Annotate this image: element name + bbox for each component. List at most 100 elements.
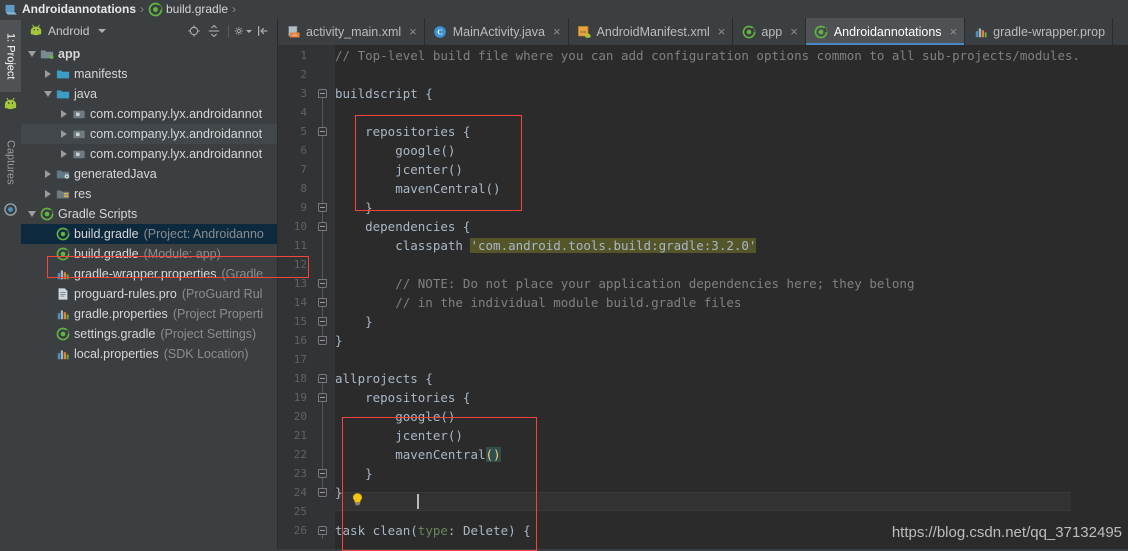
line-number: 7 (300, 163, 307, 176)
code-line-10: dependencies { (335, 217, 470, 236)
close-icon[interactable]: × (409, 25, 417, 38)
project-tree[interactable]: app manifests java com.company.lyx.androida… (21, 44, 277, 549)
gradle-file-icon (39, 207, 54, 222)
breadcrumb-item-1[interactable]: build.gradle (148, 0, 228, 18)
code-token: classpath (335, 238, 471, 253)
chevron-right-icon[interactable] (42, 169, 53, 180)
chevron-right-icon[interactable] (58, 109, 69, 120)
tree-item-gradle-properties[interactable]: gradle.properties (Project Properti (21, 304, 277, 324)
chevron-down-icon[interactable] (26, 49, 37, 60)
fold-region-start-icon[interactable] (317, 521, 328, 540)
editor-tab-app[interactable]: app × (733, 18, 806, 45)
tree-item-com-company-lyx-androidannot[interactable]: com.company.lyx.androidannot (21, 124, 277, 144)
chevron-right-icon[interactable] (58, 149, 69, 160)
chevron-right-icon[interactable] (42, 189, 53, 200)
tree-item-java[interactable]: java (21, 84, 277, 104)
watermark-text: https://blog.csdn.net/qq_37132495 (891, 524, 1122, 541)
project-view-selector[interactable]: Android (29, 23, 107, 40)
twisty-placeholder (42, 329, 53, 340)
close-icon[interactable]: × (950, 25, 958, 38)
close-icon[interactable]: × (718, 25, 726, 38)
editor-tab-androidannotations[interactable]: Androidannotations × (805, 18, 966, 45)
line-number: 24 (293, 486, 307, 499)
hide-panel-icon[interactable] (254, 22, 272, 40)
code-line-14: // in the individual module build.gradle… (335, 293, 741, 312)
fold-region-end-icon[interactable] (317, 464, 328, 483)
folder-icon (55, 87, 70, 102)
svg-text:<>: <> (580, 29, 586, 35)
breadcrumb-item-0[interactable]: Androidannotations (4, 0, 136, 18)
fold-connector (322, 132, 323, 208)
tree-item-app[interactable]: app (21, 44, 277, 64)
code-line-3: buildscript { (335, 84, 433, 103)
tree-item-gradle-wrapper-properties[interactable]: gradle-wrapper.properties (Gradle (21, 264, 277, 284)
fold-region-start-icon[interactable] (317, 217, 328, 236)
editor-tab-bar: <> activity_main.xml × C MainActivity.java × <… (278, 18, 1128, 45)
editor-tab-activity-main-xml[interactable]: <> activity_main.xml × (278, 18, 425, 45)
line-number: 2 (300, 68, 307, 81)
fold-region-end-icon[interactable] (317, 293, 328, 312)
fold-region-start-icon[interactable] (317, 388, 328, 407)
code-line-26: task clean(type: Delete) { (335, 521, 531, 540)
tree-item-gradle-scripts[interactable]: Gradle Scripts (21, 204, 277, 224)
fold-region-end-icon[interactable] (317, 312, 328, 331)
editor-tab-label: gradle-wrapper.prop (993, 24, 1106, 39)
tree-item-label: com.company.lyx.androidannot (90, 107, 263, 121)
sidebar-tab-project[interactable]: 1: Project (0, 20, 21, 92)
editor-tab-gradle-wrapper-prop[interactable]: gradle-wrapper.prop (965, 18, 1114, 45)
editor-tab-label: AndroidManifest.xml (596, 24, 710, 39)
settings-gear-icon[interactable] (234, 22, 252, 40)
tree-item-generatedjava[interactable]: generatedJava (21, 164, 277, 184)
toolbar-divider (228, 25, 229, 37)
code-line-21: jcenter() (335, 426, 463, 445)
editor-gutter[interactable]: 1 2 3 4 5 6 7 8 9 10 11 12 13 14 15 16 17 18 19 20 21 22 23 24 2… (278, 45, 335, 549)
package-icon (71, 147, 86, 162)
chevron-right-icon[interactable] (42, 69, 53, 80)
fold-region-end-icon[interactable] (317, 483, 328, 502)
text-caret (417, 494, 419, 509)
fold-region-start-icon[interactable] (317, 84, 328, 103)
tree-item-description: (Project Settings) (160, 327, 257, 341)
chevron-down-icon[interactable] (42, 89, 53, 100)
tree-item-com-company-lyx-androidannot[interactable]: com.company.lyx.androidannot (21, 144, 277, 164)
tree-item-build-gradle[interactable]: build.gradle (Project: Androidanno (21, 224, 277, 244)
sidebar-tab-captures[interactable]: Captures (0, 126, 21, 198)
locate-target-icon[interactable] (185, 22, 203, 40)
close-icon[interactable]: × (790, 25, 798, 38)
capture-icon (3, 202, 18, 217)
close-icon[interactable]: × (553, 25, 561, 38)
chevron-down-icon[interactable] (26, 209, 37, 220)
code-line-16: } (335, 331, 343, 350)
code-token: () (485, 447, 501, 462)
tree-item-res[interactable]: res (21, 184, 277, 204)
tree-item-settings-gradle[interactable]: settings.gradle (Project Settings) (21, 324, 277, 344)
chevron-right-icon[interactable] (58, 129, 69, 140)
code-text-area[interactable]: // Top-level build file where you can ad… (335, 45, 1128, 549)
tree-item-manifests[interactable]: manifests (21, 64, 277, 84)
line-number: 19 (293, 391, 307, 404)
tree-item-com-company-lyx-androidannot[interactable]: com.company.lyx.androidannot (21, 104, 277, 124)
intention-bulb-icon[interactable] (350, 492, 365, 507)
line-number: 14 (293, 296, 307, 309)
code-line-24: } (335, 483, 343, 502)
editor-tab-androidmanifest-xml[interactable]: <> AndroidManifest.xml × (569, 18, 734, 45)
tree-item-build-gradle[interactable]: build.gradle (Module: app) (21, 244, 277, 264)
fold-region-end-icon[interactable] (317, 274, 328, 293)
fold-region-end-icon[interactable] (317, 331, 328, 350)
fold-region-start-icon[interactable] (317, 122, 328, 141)
tree-item-label: build.gradle (74, 227, 139, 241)
collapse-all-icon[interactable] (205, 22, 223, 40)
code-editor[interactable]: 1 2 3 4 5 6 7 8 9 10 11 12 13 14 15 16 17 18 19 20 21 22 23 24 2… (278, 45, 1128, 551)
line-number: 26 (293, 524, 307, 537)
fold-region-start-icon[interactable] (317, 369, 328, 388)
project-panel-toolbar: Android (21, 18, 277, 44)
editor-tab-mainactivity-java[interactable]: C MainActivity.java × (425, 18, 569, 45)
android-project-icon (4, 2, 19, 17)
code-token: dependencies { (335, 219, 471, 234)
fold-region-end-icon[interactable] (317, 198, 328, 217)
module-folder-icon (39, 47, 54, 62)
tree-item-proguard-rules-pro[interactable]: proguard-rules.pro (ProGuard Rul (21, 284, 277, 304)
tree-item-local-properties[interactable]: local.properties (SDK Location) (21, 344, 277, 364)
twisty-placeholder (42, 349, 53, 360)
code-token: task clean( (335, 523, 418, 538)
